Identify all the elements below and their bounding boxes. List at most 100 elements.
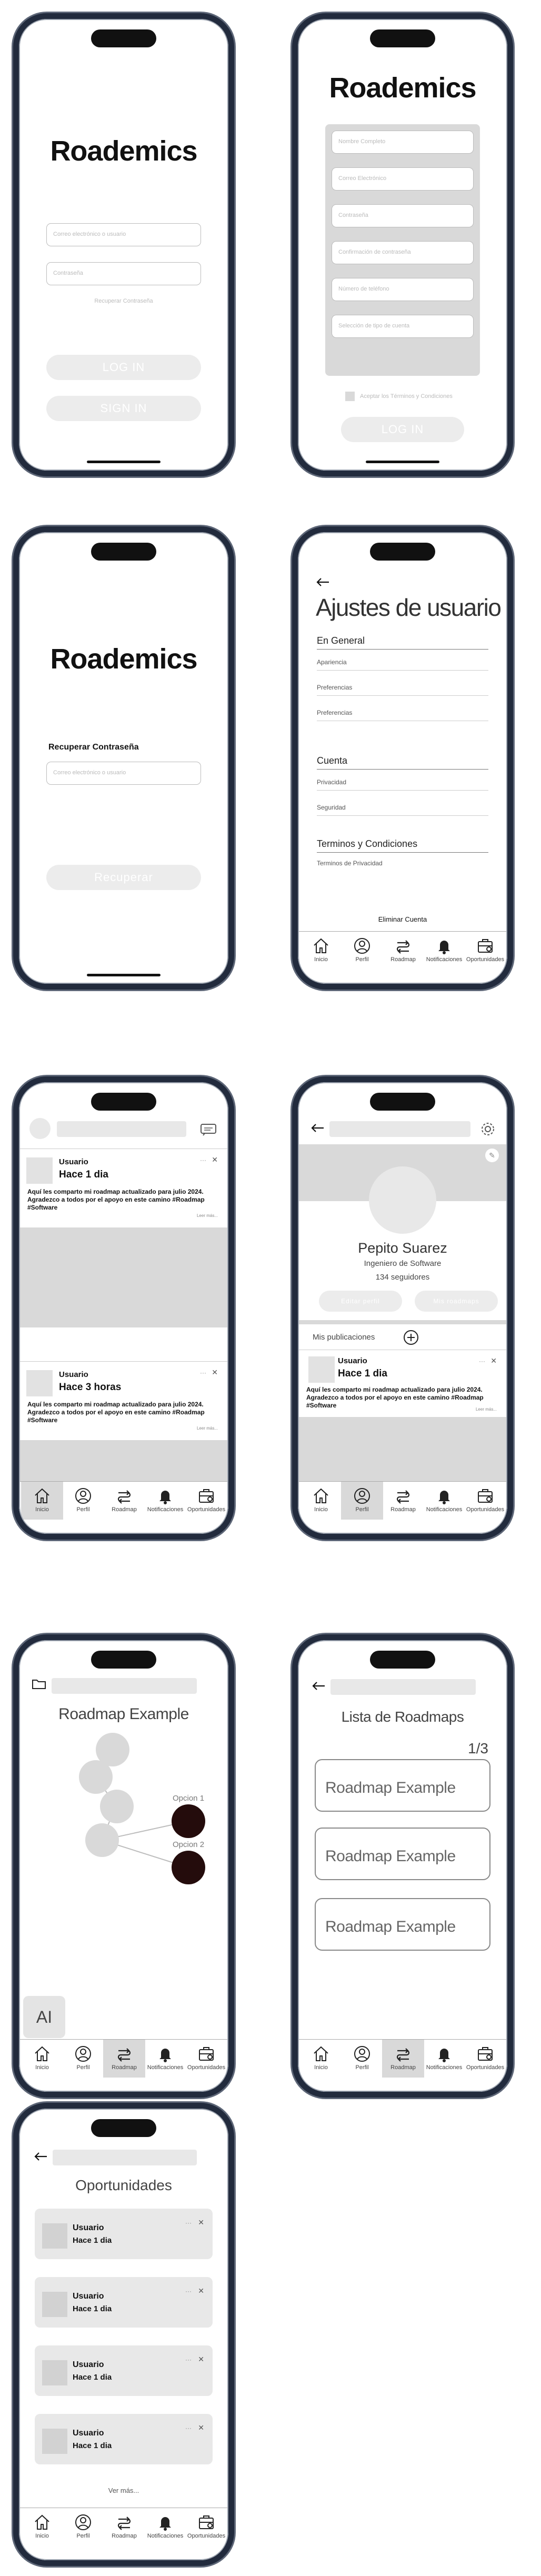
post-dots[interactable]: ··· [200, 1156, 206, 1164]
nav-perfil[interactable]: Perfil [341, 2040, 383, 2078]
nav-roadmap[interactable]: Roadmap [103, 1482, 145, 1520]
email-field[interactable]: Correo Electrónico [332, 167, 474, 191]
back-arrow-icon[interactable] [316, 577, 329, 587]
nav-notificaciones[interactable]: Notificaciones [144, 2040, 186, 2078]
roadmap-node[interactable] [79, 1760, 113, 1794]
nav-inicio[interactable]: Inicio [21, 2508, 63, 2546]
post-dots[interactable]: ··· [479, 1357, 485, 1365]
feed-post[interactable]: Usuario Hace 3 horas ··· ✕ Aquí les comp… [19, 1361, 228, 1440]
confirm-password-field[interactable]: Confirmación de contraseña [332, 241, 474, 264]
recover-button[interactable]: Recuperar [46, 865, 201, 890]
account-type-field[interactable]: Selección de tipo de cuenta [332, 315, 474, 338]
privacy-item[interactable]: Privacidad [317, 778, 488, 791]
password-field[interactable]: Contraseña [46, 262, 201, 285]
nav-oportunidades[interactable]: Oportunidades [185, 2040, 227, 2078]
avatar[interactable] [29, 1118, 51, 1139]
close-icon[interactable]: ✕ [212, 1368, 218, 1377]
nav-notificaciones[interactable]: Notificaciones [144, 1482, 186, 1520]
opportunity-card[interactable]: Usuario Hace 1 dia ··· ✕ [35, 2277, 213, 2328]
nav-oportunidades[interactable]: Oportunidades [185, 2508, 227, 2546]
my-roadmaps-button[interactable]: Mis roadmaps [415, 1291, 498, 1312]
nav-oportunidades[interactable]: Oportunidades [464, 1482, 506, 1520]
nav-inicio[interactable]: Inicio [21, 2040, 63, 2078]
roadmap-node[interactable] [100, 1790, 134, 1823]
roadmap-node[interactable] [85, 1823, 119, 1857]
search-bar[interactable] [330, 1679, 476, 1695]
edit-profile-button[interactable]: Editar perfil [319, 1291, 402, 1312]
full-name-field[interactable]: Nombre Completo [332, 131, 474, 154]
card-dots[interactable]: ··· [185, 2219, 192, 2226]
gear-icon[interactable] [480, 1121, 496, 1137]
nav-roadmap[interactable]: Roadmap [382, 2040, 424, 2078]
ai-button[interactable]: AI [23, 1996, 65, 2038]
read-more-link[interactable]: Leer más... [476, 1407, 497, 1412]
nav-perfil[interactable]: Perfil [341, 932, 383, 970]
search-bar[interactable] [53, 2150, 197, 2165]
nav-notificaciones[interactable]: Notificaciones [423, 1482, 465, 1520]
nav-inicio[interactable]: Inicio [300, 1482, 342, 1520]
login-button[interactable]: LOG IN [46, 355, 201, 380]
close-icon[interactable]: ✕ [212, 1155, 218, 1164]
card-dots[interactable]: ··· [185, 2356, 192, 2363]
nav-inicio[interactable]: Inicio [300, 2040, 342, 2078]
card-dots[interactable]: ··· [185, 2424, 192, 2432]
nav-perfil[interactable]: Perfil [62, 2040, 104, 2078]
phone-field[interactable]: Número de teléfono [332, 278, 474, 301]
opportunity-card[interactable]: Usuario Hace 1 dia ··· ✕ [35, 2345, 213, 2396]
login-button[interactable]: LOG IN [341, 417, 464, 442]
nav-oportunidades[interactable]: Oportunidades [464, 2040, 506, 2078]
nav-perfil[interactable]: Perfil [341, 1482, 383, 1520]
read-more-link[interactable]: Leer más... [197, 1213, 218, 1218]
feed-post[interactable]: Usuario Hace 1 dia ··· ✕ Aquí les compar… [19, 1149, 228, 1227]
search-bar[interactable] [329, 1121, 470, 1137]
forgot-password-link[interactable]: Recuperar Contraseña [19, 298, 228, 304]
close-icon[interactable]: ✕ [490, 1356, 497, 1365]
nav-inicio[interactable]: Inicio [21, 1482, 63, 1520]
opportunity-card[interactable]: Usuario Hace 1 dia ··· ✕ [35, 2209, 213, 2259]
nav-notificaciones[interactable]: Notificaciones [423, 932, 465, 970]
nav-oportunidades[interactable]: Oportunidades [185, 1482, 227, 1520]
nav-roadmap[interactable]: Roadmap [382, 932, 424, 970]
add-icon[interactable] [403, 1330, 419, 1345]
close-icon[interactable]: ✕ [198, 2287, 204, 2295]
email-field[interactable]: Correo electrónico o usuario [46, 223, 201, 246]
roadmap-list-item[interactable]: Roadmap Example [315, 1828, 490, 1880]
password-field[interactable]: Contraseña [332, 204, 474, 227]
chat-icon[interactable] [200, 1123, 217, 1136]
nav-notificaciones[interactable]: Notificaciones [144, 2508, 186, 2546]
preferences-item[interactable]: Preferencias [317, 684, 488, 696]
privacy-terms-item[interactable]: Terminos de Privacidad [317, 860, 488, 871]
recover-email-field[interactable]: Correo electrónico o usuario [46, 762, 201, 785]
close-icon[interactable]: ✕ [198, 2355, 204, 2364]
nav-notificaciones[interactable]: Notificaciones [423, 2040, 465, 2078]
security-item[interactable]: Seguridad [317, 804, 488, 816]
nav-perfil[interactable]: Perfil [62, 2508, 104, 2546]
nav-inicio[interactable]: Inicio [300, 932, 342, 970]
roadmap-list-item[interactable]: Roadmap Example [315, 1759, 490, 1812]
search-bar[interactable] [57, 1121, 186, 1137]
back-arrow-icon[interactable] [310, 1123, 324, 1133]
preferences-item-2[interactable]: Preferencias [317, 709, 488, 721]
delete-account-button[interactable]: Eliminar Cuenta [298, 915, 507, 923]
close-icon[interactable]: ✕ [198, 2218, 204, 2227]
nav-oportunidades[interactable]: Oportunidades [464, 932, 506, 970]
edit-pencil-icon[interactable]: ✎ [485, 1149, 499, 1162]
nav-roadmap[interactable]: Roadmap [103, 2508, 145, 2546]
signin-button[interactable]: SIGN IN [46, 396, 201, 421]
nav-perfil[interactable]: Perfil [62, 1482, 104, 1520]
opportunity-card[interactable]: Usuario Hace 1 dia ··· ✕ [35, 2414, 213, 2464]
back-arrow-icon[interactable] [34, 2152, 47, 2161]
appearance-item[interactable]: Apariencia [317, 658, 488, 671]
back-arrow-icon[interactable] [312, 1681, 325, 1691]
close-icon[interactable]: ✕ [198, 2423, 204, 2432]
avatar[interactable] [369, 1166, 436, 1234]
nav-roadmap[interactable]: Roadmap [382, 1482, 424, 1520]
card-dots[interactable]: ··· [185, 2288, 192, 2295]
see-more-link[interactable]: Ver más... [19, 2487, 228, 2494]
option1-node[interactable] [172, 1804, 205, 1838]
option2-node[interactable] [172, 1851, 205, 1884]
roadmap-list-item[interactable]: Roadmap Example [315, 1898, 490, 1951]
post-dots[interactable]: ··· [200, 1369, 206, 1376]
nav-roadmap[interactable]: Roadmap [103, 2040, 145, 2078]
terms-checkbox[interactable] [345, 392, 355, 401]
